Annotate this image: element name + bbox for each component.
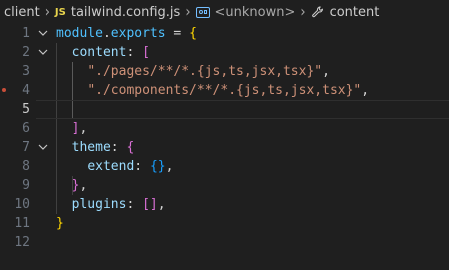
code-editor[interactable]: 1 module.exports = { 2 content: [ 3 "./p… xyxy=(0,24,449,270)
breadcrumb-symbol-unknown[interactable]: <unknown> xyxy=(195,5,295,20)
wrench-icon xyxy=(311,6,323,18)
line-number: 6 xyxy=(22,121,30,136)
js-file-icon: JS xyxy=(54,6,66,18)
code-text: } xyxy=(56,216,64,231)
line-number: 5 xyxy=(22,102,30,117)
chevron-right-icon: › xyxy=(300,3,306,21)
chevron-right-icon: › xyxy=(185,3,191,21)
line-number: 9 xyxy=(22,178,30,193)
code-line-5[interactable]: 5 xyxy=(0,100,449,119)
code-text: module.exports = { xyxy=(56,26,197,41)
fold-chevron-icon[interactable] xyxy=(38,138,50,157)
fold-chevron-icon[interactable] xyxy=(38,24,50,43)
module-icon xyxy=(195,6,210,18)
code-text: plugins: [], xyxy=(71,197,166,212)
line-number: 2 xyxy=(22,45,30,60)
code-line-9[interactable]: 9 }, xyxy=(0,176,449,195)
code-text: }, xyxy=(71,178,88,193)
line-number: 8 xyxy=(22,159,30,174)
line-number: 1 xyxy=(22,26,30,41)
code-line-10[interactable]: 10 plugins: [], xyxy=(0,195,449,214)
line-number: 3 xyxy=(22,64,30,79)
line-number: 12 xyxy=(14,235,30,250)
breadcrumb-file-tailwind-config[interactable]: JS tailwind.config.js xyxy=(55,5,180,20)
chevron-right-icon: › xyxy=(44,3,50,21)
breadcrumb-symbol-content[interactable]: content xyxy=(311,5,379,20)
code-text: "./components/**/*.{js,ts,jsx,tsx}", xyxy=(87,83,370,98)
line-number: 10 xyxy=(14,197,30,212)
code-line-12[interactable]: 12 xyxy=(0,233,449,252)
code-line-11[interactable]: 11 } xyxy=(0,214,449,233)
code-text: theme: { xyxy=(71,140,135,155)
fold-chevron-icon[interactable] xyxy=(38,43,50,62)
code-line-7[interactable]: 7 theme: { xyxy=(0,138,449,157)
line-number: 11 xyxy=(14,216,30,231)
line-number: 4 xyxy=(22,83,30,98)
code-text: content: [ xyxy=(71,45,150,60)
breadcrumb-folder-client[interactable]: client xyxy=(4,5,40,20)
code-line-1[interactable]: 1 module.exports = { xyxy=(0,24,449,43)
code-text: "./pages/**/*.{js,ts,jsx,tsx}", xyxy=(87,64,330,79)
line-number: 7 xyxy=(22,140,30,155)
code-line-3[interactable]: 3 "./pages/**/*.{js,ts,jsx,tsx}", xyxy=(0,62,449,81)
code-line-2[interactable]: 2 content: [ xyxy=(0,43,449,62)
code-text: ], xyxy=(71,121,88,136)
code-text: extend: {}, xyxy=(87,159,174,174)
breadcrumb: client › JS tailwind.config.js › <unknow… xyxy=(0,0,449,24)
code-line-8[interactable]: 8 extend: {}, xyxy=(0,157,449,176)
code-line-4[interactable]: 4 "./components/**/*.{js,ts,jsx,tsx}", xyxy=(0,81,449,100)
code-line-6[interactable]: 6 ], xyxy=(0,119,449,138)
